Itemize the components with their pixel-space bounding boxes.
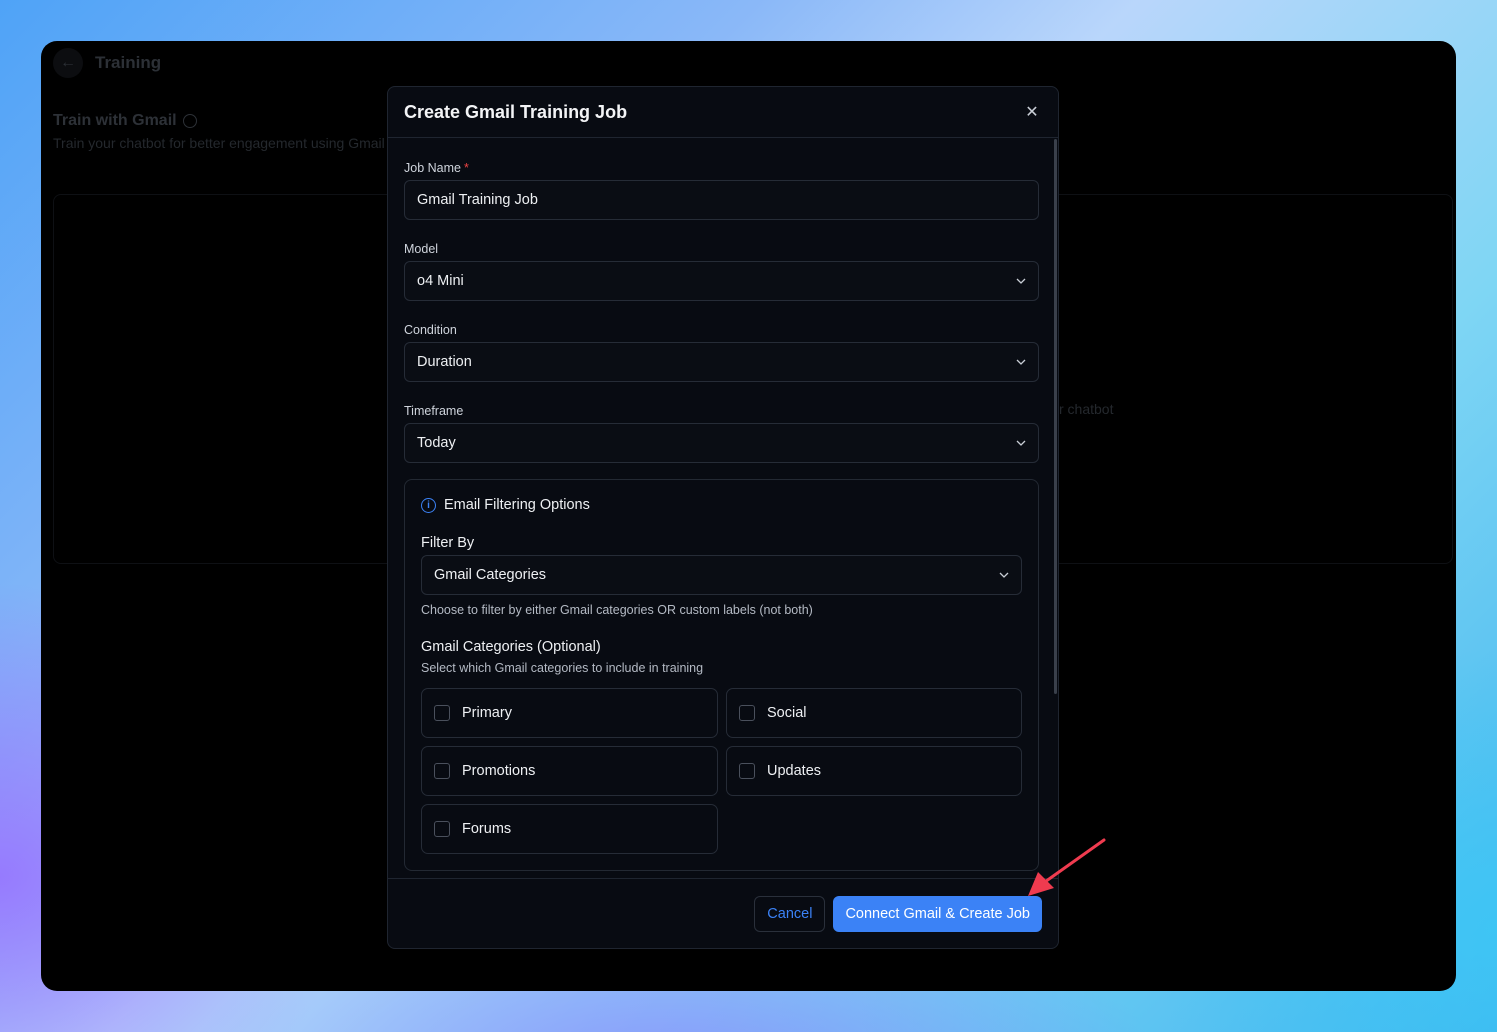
card-text: r chatbot bbox=[1059, 401, 1114, 417]
category-label: Updates bbox=[767, 763, 822, 779]
model-value: o4 Mini bbox=[417, 273, 464, 289]
close-icon[interactable]: ✕ bbox=[1022, 102, 1042, 122]
category-promotions[interactable]: Promotions bbox=[421, 746, 718, 796]
back-arrow-icon[interactable]: ← bbox=[53, 48, 83, 78]
category-label: Social bbox=[767, 705, 807, 721]
chevron-down-icon bbox=[1016, 438, 1026, 448]
job-name-value: Gmail Training Job bbox=[417, 192, 538, 208]
checkbox[interactable] bbox=[434, 763, 450, 779]
timeframe-select[interactable]: Today bbox=[404, 423, 1039, 463]
job-name-label: Job Name * bbox=[404, 161, 1042, 176]
chevron-down-icon bbox=[999, 570, 1009, 580]
category-label: Promotions bbox=[462, 763, 536, 779]
scrollbar[interactable] bbox=[1054, 139, 1057, 694]
categories-hint: Select which Gmail categories to include… bbox=[421, 661, 704, 675]
checkbox[interactable] bbox=[434, 821, 450, 837]
condition-value: Duration bbox=[417, 354, 472, 370]
model-select[interactable]: o4 Mini bbox=[404, 261, 1039, 301]
filter-hint: Choose to filter by either Gmail categor… bbox=[421, 603, 813, 617]
checkbox[interactable] bbox=[434, 705, 450, 721]
page-header: ← Training bbox=[53, 48, 161, 78]
category-label: Primary bbox=[462, 705, 512, 721]
cancel-button[interactable]: Cancel bbox=[754, 895, 826, 932]
section-title: Train with Gmail bbox=[53, 112, 197, 130]
dialog-body: Job Name * Gmail Training Job Model o4 Mi… bbox=[388, 139, 1058, 879]
dialog-footer: Cancel Connect Gmail & Create Job bbox=[388, 878, 1058, 948]
required-mark: * bbox=[463, 161, 469, 175]
filter-by-value: Gmail Categories bbox=[434, 567, 547, 583]
create-job-dialog: Create Gmail Training Job ✕ Job Name * Gm… bbox=[387, 86, 1059, 949]
checkbox[interactable] bbox=[739, 705, 755, 721]
app-window: ← Training Train with Gmail Train your c… bbox=[41, 41, 1456, 991]
job-name-field: Job Name * Gmail Training Job bbox=[404, 161, 1042, 220]
job-name-input[interactable]: Gmail Training Job bbox=[404, 180, 1039, 220]
categories-title: Gmail Categories (Optional) bbox=[421, 639, 601, 655]
job-name-label-text: Job Name bbox=[404, 161, 461, 175]
chevron-down-icon bbox=[1016, 276, 1026, 286]
categories-grid: Primary Social Promotions Updates Forums bbox=[421, 688, 1022, 854]
dialog-header: Create Gmail Training Job ✕ bbox=[388, 87, 1058, 138]
annotation-arrow-icon bbox=[1028, 838, 1106, 896]
timeframe-field: Timeframe Today bbox=[404, 404, 1042, 463]
section-subtitle: Train your chatbot for better engagement… bbox=[53, 135, 385, 151]
category-updates[interactable]: Updates bbox=[726, 746, 1022, 796]
filtering-title: Email Filtering Options bbox=[444, 497, 590, 513]
category-primary[interactable]: Primary bbox=[421, 688, 718, 738]
condition-field: Condition Duration bbox=[404, 323, 1042, 382]
category-label: Forums bbox=[462, 821, 512, 837]
info-icon: i bbox=[421, 497, 436, 513]
filter-by-select[interactable]: Gmail Categories bbox=[421, 555, 1022, 595]
section-title-text: Train with Gmail bbox=[53, 112, 177, 129]
info-icon bbox=[182, 114, 197, 128]
timeframe-value: Today bbox=[417, 435, 456, 451]
chevron-down-icon bbox=[1016, 357, 1026, 367]
filtering-header: i Email Filtering Options bbox=[421, 497, 1022, 513]
email-filtering-panel: i Email Filtering Options Filter By Gmai… bbox=[404, 479, 1039, 871]
connect-gmail-create-job-button[interactable]: Connect Gmail & Create Job bbox=[833, 895, 1042, 932]
category-social[interactable]: Social bbox=[726, 688, 1022, 738]
dialog-title: Create Gmail Training Job bbox=[404, 101, 628, 122]
filter-by-label: Filter By bbox=[421, 535, 475, 551]
checkbox[interactable] bbox=[739, 763, 755, 779]
condition-label: Condition bbox=[404, 323, 457, 337]
page-title: Training bbox=[95, 53, 162, 72]
condition-select[interactable]: Duration bbox=[404, 342, 1039, 382]
model-label: Model bbox=[404, 242, 439, 256]
category-forums[interactable]: Forums bbox=[421, 804, 718, 854]
model-field: Model o4 Mini bbox=[404, 242, 1042, 301]
timeframe-label: Timeframe bbox=[404, 404, 464, 418]
